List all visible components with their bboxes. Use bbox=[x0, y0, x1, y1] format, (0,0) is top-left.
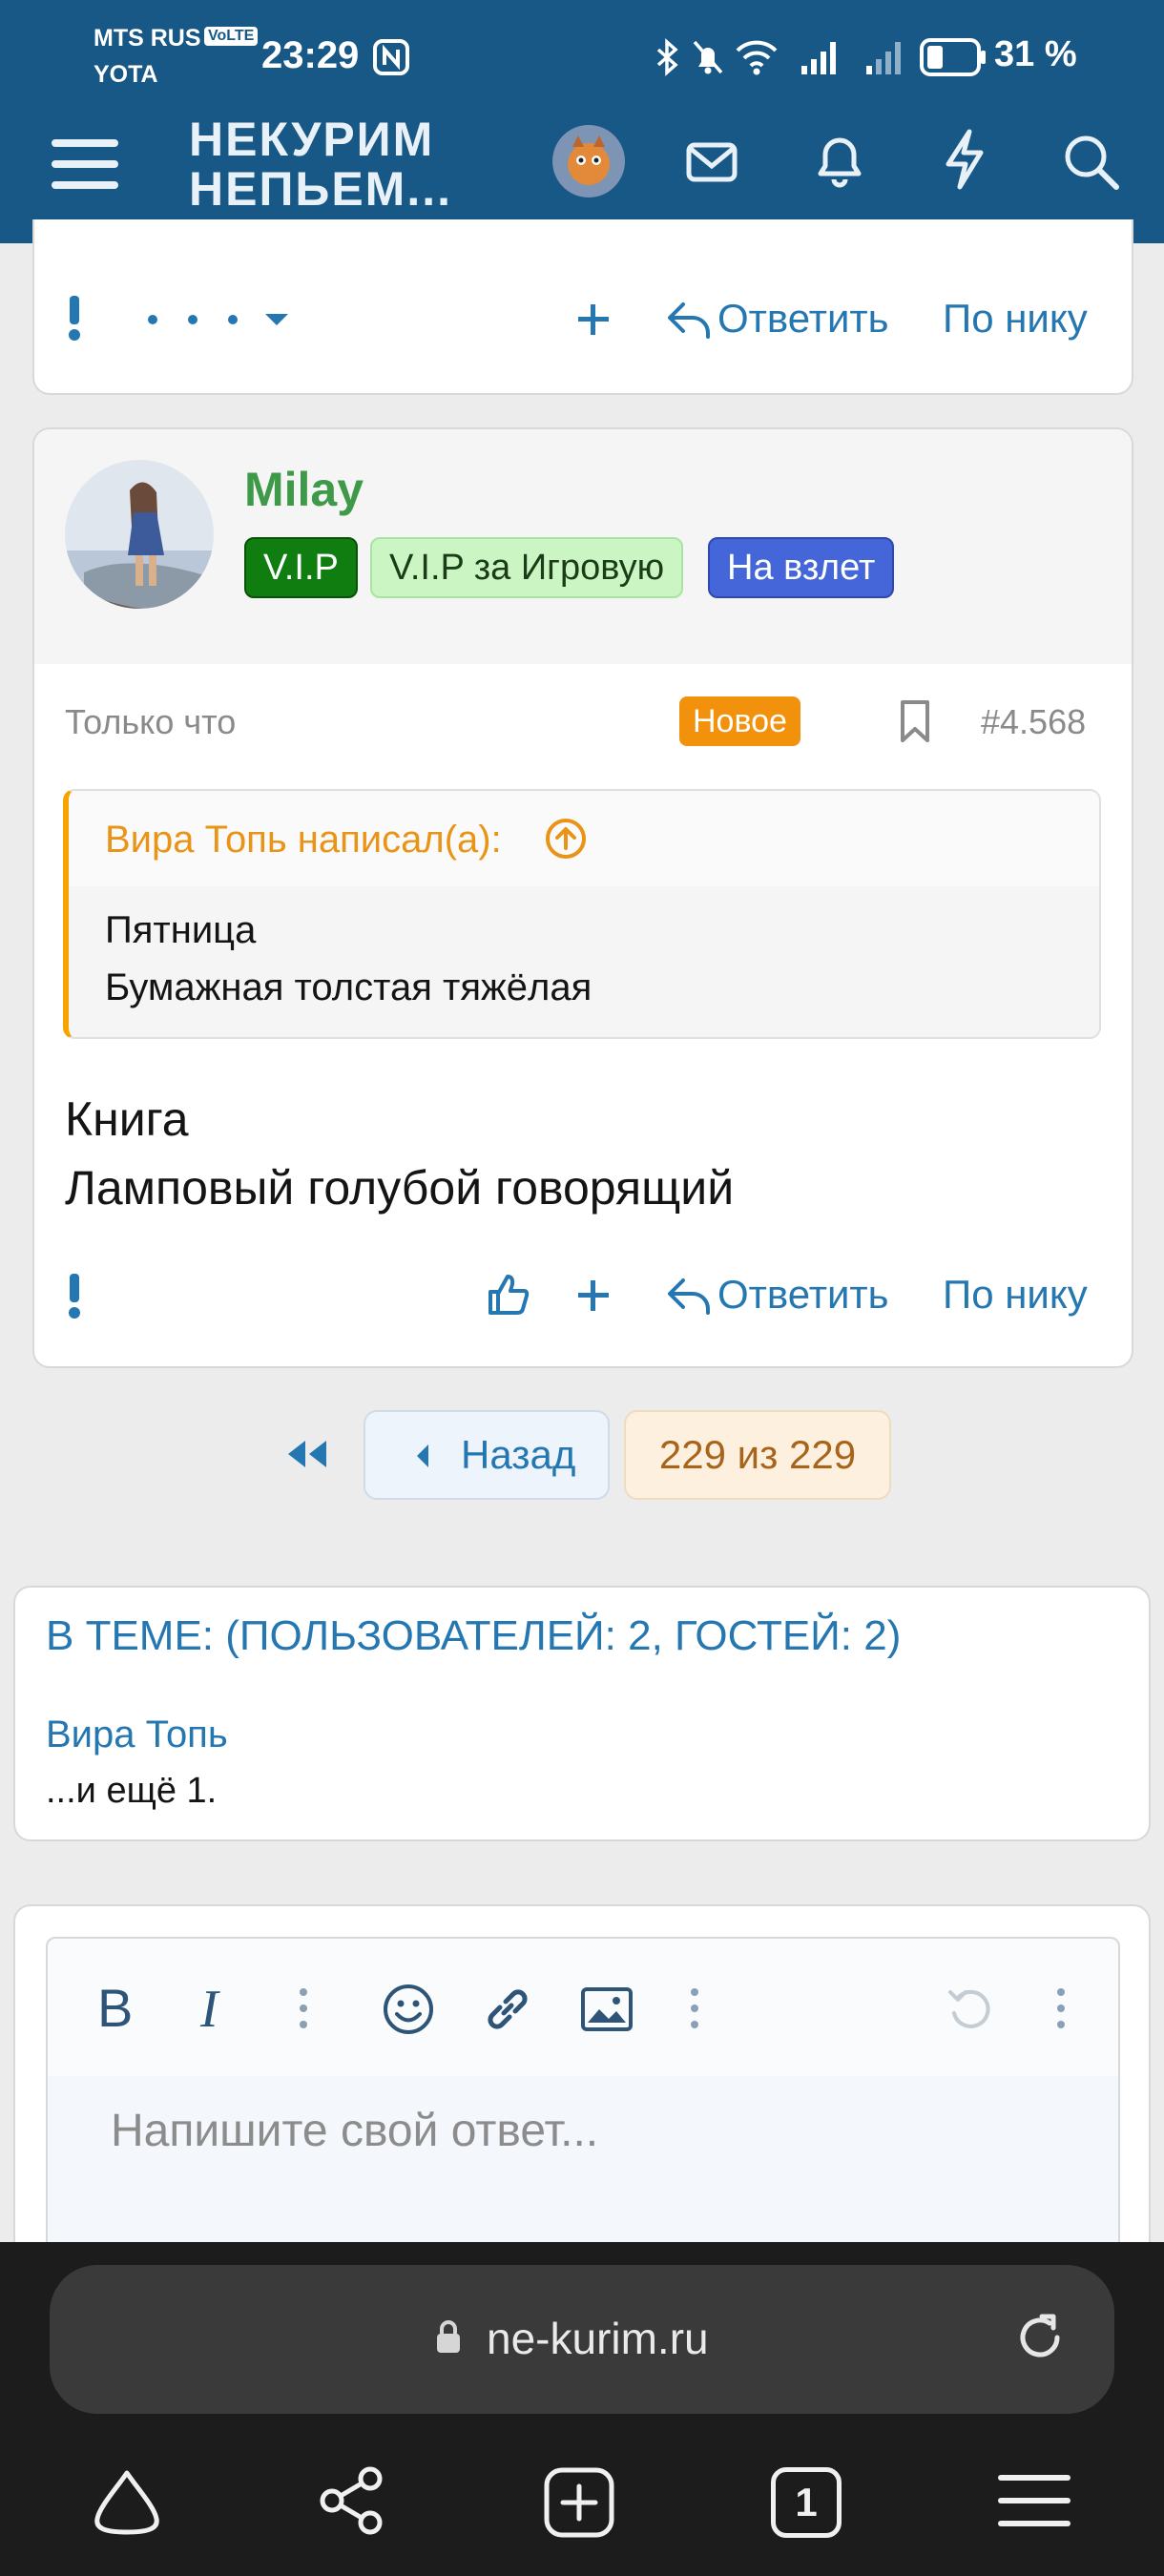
post-time[interactable]: Только что bbox=[65, 702, 236, 742]
reply-by-nick-button[interactable]: По нику bbox=[943, 1272, 1088, 1318]
multiquote-icon[interactable] bbox=[575, 301, 612, 338]
quote-text-line-1: Пятница bbox=[105, 909, 257, 951]
battery-icon bbox=[920, 38, 986, 76]
post-body-line-2: Ламповый голубой говорящий bbox=[65, 1161, 735, 1215]
site-header: MTS RUS VoLTE YOTA 23:29 31 % НЕКУРИМ НЕ… bbox=[0, 0, 1164, 243]
new-badge: Новое bbox=[679, 696, 800, 746]
new-tab-icon[interactable] bbox=[544, 2467, 614, 2538]
badge-takeoff: На взлет bbox=[708, 537, 895, 598]
badge-vip: V.I.P bbox=[244, 537, 358, 598]
reply-by-nick-button[interactable]: По нику bbox=[943, 296, 1088, 342]
italic-icon[interactable]: I bbox=[195, 1979, 239, 2036]
back-label: Назад bbox=[461, 1432, 576, 1477]
reply-icon[interactable] bbox=[666, 1275, 712, 1317]
badge-vip-games: V.I.P за Игровую bbox=[370, 537, 684, 598]
back-button[interactable]: Назад bbox=[364, 1410, 610, 1500]
battery-level: 31 % bbox=[994, 34, 1077, 74]
logo-line-2: НЕПЬЕМ... bbox=[189, 162, 453, 216]
status-time: 23:29 bbox=[261, 34, 360, 76]
reply-placeholder[interactable]: Напишите свой ответ... bbox=[111, 2105, 598, 2157]
post-body-line-1: Книга bbox=[65, 1092, 189, 1146]
report-icon[interactable] bbox=[65, 1272, 84, 1319]
first-page-icon[interactable] bbox=[282, 1437, 330, 1471]
caret-left-icon bbox=[417, 1444, 428, 1467]
emoji-icon[interactable] bbox=[382, 1983, 435, 2036]
page-indicator[interactable]: 229 из 229 bbox=[624, 1410, 891, 1500]
more-formatting-icon[interactable] bbox=[292, 1986, 315, 2030]
browser-menu-icon[interactable] bbox=[998, 2471, 1070, 2530]
bookmark-icon[interactable] bbox=[897, 698, 933, 746]
svg-text:B: B bbox=[97, 1979, 133, 2036]
reply-button[interactable]: Ответить bbox=[717, 296, 889, 342]
bold-icon[interactable]: B bbox=[95, 1979, 139, 2036]
undo-icon[interactable] bbox=[945, 1983, 998, 2036]
more-options-icon[interactable] bbox=[1050, 1986, 1072, 2030]
carrier-name: MTS RUS bbox=[94, 25, 201, 52]
lock-icon bbox=[437, 2320, 460, 2353]
mail-icon[interactable] bbox=[685, 135, 738, 189]
online-users-title: В ТЕМЕ: (ПОЛЬЗОВАТЕЛЕЙ: 2, ГОСТЕЙ: 2) bbox=[46, 1612, 902, 1659]
svg-text:I: I bbox=[199, 1980, 220, 2036]
online-users-more: ...и ещё 1. bbox=[46, 1771, 218, 1811]
link-icon[interactable] bbox=[481, 1983, 534, 2036]
search-icon[interactable] bbox=[1061, 132, 1120, 191]
signal-2-icon bbox=[866, 42, 901, 74]
more-options-icon[interactable] bbox=[143, 303, 296, 336]
reply-button[interactable]: Ответить bbox=[717, 1272, 889, 1318]
site-logo[interactable]: НЕКУРИМ НЕПЬЕМ... bbox=[189, 114, 452, 214]
bluetooth-icon bbox=[656, 38, 678, 76]
browser-home-icon[interactable] bbox=[92, 2469, 162, 2536]
reply-icon[interactable] bbox=[666, 299, 712, 341]
more-insert-icon[interactable] bbox=[683, 1986, 706, 2030]
reload-icon[interactable] bbox=[1013, 2311, 1067, 2364]
signal-icon bbox=[801, 42, 836, 74]
bell-icon[interactable] bbox=[813, 130, 866, 189]
post-number[interactable]: #4.568 bbox=[981, 702, 1086, 742]
online-user-link[interactable]: Вира Топь bbox=[46, 1714, 228, 1756]
report-icon[interactable] bbox=[65, 294, 84, 342]
like-icon[interactable] bbox=[487, 1273, 530, 1317]
volte-badge: VoLTE bbox=[204, 27, 259, 46]
wifi-icon bbox=[736, 40, 778, 75]
page-indicator-label: 229 из 229 bbox=[658, 1432, 857, 1477]
arrow-up-circle-icon[interactable] bbox=[544, 817, 588, 861]
carrier-name-2: YOTA bbox=[94, 61, 158, 88]
nfc-icon bbox=[373, 39, 409, 75]
url-text[interactable]: ne-kurim.ru bbox=[487, 2313, 709, 2364]
lightning-icon[interactable] bbox=[941, 128, 988, 191]
image-icon[interactable] bbox=[580, 1984, 634, 2034]
user-avatar[interactable] bbox=[551, 124, 626, 198]
quote-text-line-2: Бумажная толстая тяжёлая bbox=[105, 966, 592, 1008]
poster-username[interactable]: Milay bbox=[244, 462, 364, 517]
logo-line-1: НЕКУРИМ bbox=[189, 113, 435, 166]
menu-icon[interactable] bbox=[52, 135, 118, 193]
poster-avatar[interactable] bbox=[65, 460, 214, 609]
tab-count: 1 bbox=[795, 2480, 818, 2524]
share-icon[interactable] bbox=[317, 2465, 387, 2536]
multiquote-icon[interactable] bbox=[575, 1278, 612, 1314]
muted-bell-icon bbox=[693, 40, 723, 74]
tabs-button[interactable]: 1 bbox=[771, 2467, 842, 2538]
quote-author[interactable]: Вира Топь написал(а): bbox=[105, 819, 502, 862]
